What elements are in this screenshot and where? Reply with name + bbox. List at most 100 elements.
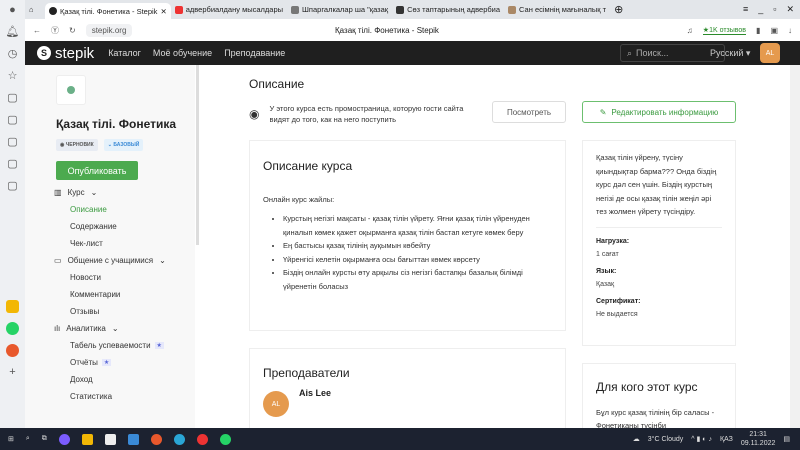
alice-icon[interactable] [58, 433, 70, 445]
tab[interactable]: Шпаргалкалар ша "қазақ [287, 2, 392, 18]
extension-icon[interactable]: ▣ [770, 26, 778, 35]
menu-item-content[interactable]: Содержание [56, 218, 195, 235]
star-icon: ★ [101, 359, 112, 366]
menu-icon[interactable]: ≡ [743, 4, 748, 15]
menu-item-description[interactable]: Описание [56, 201, 195, 218]
avatar[interactable]: AL [760, 43, 780, 63]
app-icon[interactable]: ▢ [7, 113, 17, 126]
download-icon[interactable]: ↓ [788, 26, 792, 35]
nav-catalog[interactable]: Каталог [108, 48, 141, 58]
nav-teaching[interactable]: Преподавание [224, 48, 285, 58]
app-icon[interactable]: ▢ [7, 179, 17, 192]
book-icon: ▥ [54, 188, 62, 197]
menu-item-checklist[interactable]: Чек-лист [56, 235, 195, 252]
view-button[interactable]: Посмотреть [492, 101, 566, 123]
edit-info-button[interactable]: ✎ Редактировать информацию [582, 101, 736, 123]
description-intro: Онлайн курс жайлы: [263, 195, 335, 204]
app-icon[interactable]: ▢ [7, 157, 17, 170]
app-icon[interactable] [6, 344, 19, 357]
search-placeholder: Поиск... [636, 48, 669, 58]
star-icon[interactable]: ☆ [8, 69, 18, 82]
reload-icon[interactable]: ↻ [69, 26, 76, 35]
start-icon[interactable]: ⊞ [8, 435, 14, 443]
search-icon[interactable]: ⌕ [26, 435, 30, 443]
sidebar-scrollbar[interactable] [196, 65, 199, 245]
stepik-logo-icon: S [37, 46, 51, 60]
weather-icon: ☁ [632, 436, 640, 443]
stepik-navbar: Sstepik Каталог Моё обучение Преподавани… [25, 41, 800, 65]
tab[interactable]: адвербиалдану мысалдары [171, 2, 287, 18]
tab-active[interactable]: Қазақ тілі. Фонетика - Stepik ✕ [45, 3, 171, 19]
doc-favicon [396, 5, 405, 14]
tray-icons[interactable]: ^ ▮ ◐ ♪ [691, 435, 712, 443]
description-card: Описание курса Онлайн курс жайлы: Курсты… [249, 140, 566, 331]
clock[interactable]: 21:31 09.11.2022 [741, 430, 776, 448]
tab-label: Сөз таптарының адвербиа [407, 5, 501, 14]
language-label: Русский [710, 47, 744, 58]
menu-group-communication[interactable]: ▭ Общение с учащимися ⌄ [54, 252, 195, 269]
app-icon[interactable]: ▢ [7, 135, 17, 148]
yandex-icon[interactable] [150, 433, 162, 445]
publish-button[interactable]: Опубликовать [56, 161, 138, 180]
menu-group-analytics[interactable]: ılı Аналитика ⌄ [54, 320, 195, 337]
address-bar: ← Ⓨ ↻ stepik.org Қазақ тілі. Фонетика - … [25, 19, 800, 41]
alice-icon[interactable]: ● [9, 4, 16, 16]
stepik-logo[interactable]: Sstepik [37, 45, 94, 62]
meta-value: 1 сағат [596, 250, 619, 258]
page-heading: Описание [249, 77, 305, 91]
audience-text: Бұл курс қазақ тілінің бір саласы - Фоне… [596, 408, 715, 428]
menu-item-comments[interactable]: Комментарии [56, 286, 195, 303]
search-icon: ⌕ [627, 47, 633, 58]
yandex-favicon [174, 5, 183, 14]
reviews-link[interactable]: ★1K отзывов [702, 26, 747, 35]
notifications-icon[interactable]: ▤ [783, 435, 790, 443]
headphones-icon[interactable]: ♫ [687, 26, 693, 35]
url-field[interactable]: stepik.org [85, 23, 133, 37]
teacher-avatar[interactable]: AL [263, 391, 289, 417]
whatsapp-icon[interactable] [219, 433, 231, 445]
tab-label: Қазақ тілі. Фонетика - Stepik [60, 6, 158, 16]
menu-item-income[interactable]: Доход [56, 371, 195, 388]
close-icon[interactable]: ✕ [786, 4, 794, 15]
task-view-icon[interactable]: ⧉ [42, 435, 47, 443]
add-icon[interactable]: + [9, 366, 15, 378]
keyboard-language[interactable]: ҚАЗ [720, 436, 733, 443]
meta-value: Не выдается [596, 310, 638, 318]
store-icon[interactable] [104, 433, 116, 445]
explorer-icon[interactable] [81, 433, 93, 445]
mail-icon[interactable] [127, 433, 139, 445]
eye-icon: ◉ [249, 106, 260, 121]
back-icon[interactable]: ← [33, 26, 41, 35]
language-select[interactable]: Русский ▾ [710, 48, 750, 59]
bookmark-icon[interactable]: ▮ [756, 26, 760, 35]
yandex-icon[interactable]: Ⓨ [51, 25, 59, 36]
restore-icon[interactable]: ▫ [773, 4, 776, 15]
new-tab-icon[interactable]: ⊕ [614, 3, 623, 16]
page-scrollbar[interactable] [790, 65, 800, 428]
whatsapp-icon[interactable] [6, 322, 19, 335]
home-tab[interactable]: ⌂ [25, 2, 45, 18]
bell-icon[interactable]: 🔔︎ [6, 25, 20, 38]
yandex-browser-icon[interactable] [196, 433, 208, 445]
menu-item-reviews[interactable]: Отзывы [56, 303, 195, 320]
weather[interactable]: 3°C Cloudy [648, 436, 683, 443]
description-bullet: Үйренгісі келетін оқырманға осы бағыттан… [283, 253, 552, 267]
edge-icon[interactable] [173, 433, 185, 445]
teacher-name[interactable]: Ais Lee [299, 388, 331, 417]
menu-group-course[interactable]: ▥ Курс ⌄ [54, 184, 195, 201]
menu-item-reports[interactable]: Отчёты ★ [56, 354, 195, 371]
tab[interactable]: Сөз таптарының адвербиа [392, 2, 504, 18]
tab[interactable]: Сан есімнің мағыналық т [504, 2, 610, 18]
menu-item-gradebook[interactable]: Табель успеваемости ★ [56, 337, 195, 354]
description-bullet: Курстың негізгі мақсаты - қазақ тілін үй… [283, 212, 552, 239]
app-icon[interactable] [6, 300, 19, 313]
menu-item-statistics[interactable]: Статистика [56, 388, 195, 405]
minimize-icon[interactable]: _ [758, 4, 763, 15]
menu-item-news[interactable]: Новости [56, 269, 195, 286]
history-icon[interactable]: ◷ [8, 47, 18, 60]
tab-label: Шпаргалкалар ша "қазақ [302, 5, 389, 14]
app-icon[interactable]: ▢ [7, 91, 17, 104]
tab-label: адвербиалдану мысалдары [185, 5, 284, 14]
pencil-icon: ✎ [599, 107, 607, 117]
nav-my-learning[interactable]: Моё обучение [153, 48, 212, 58]
